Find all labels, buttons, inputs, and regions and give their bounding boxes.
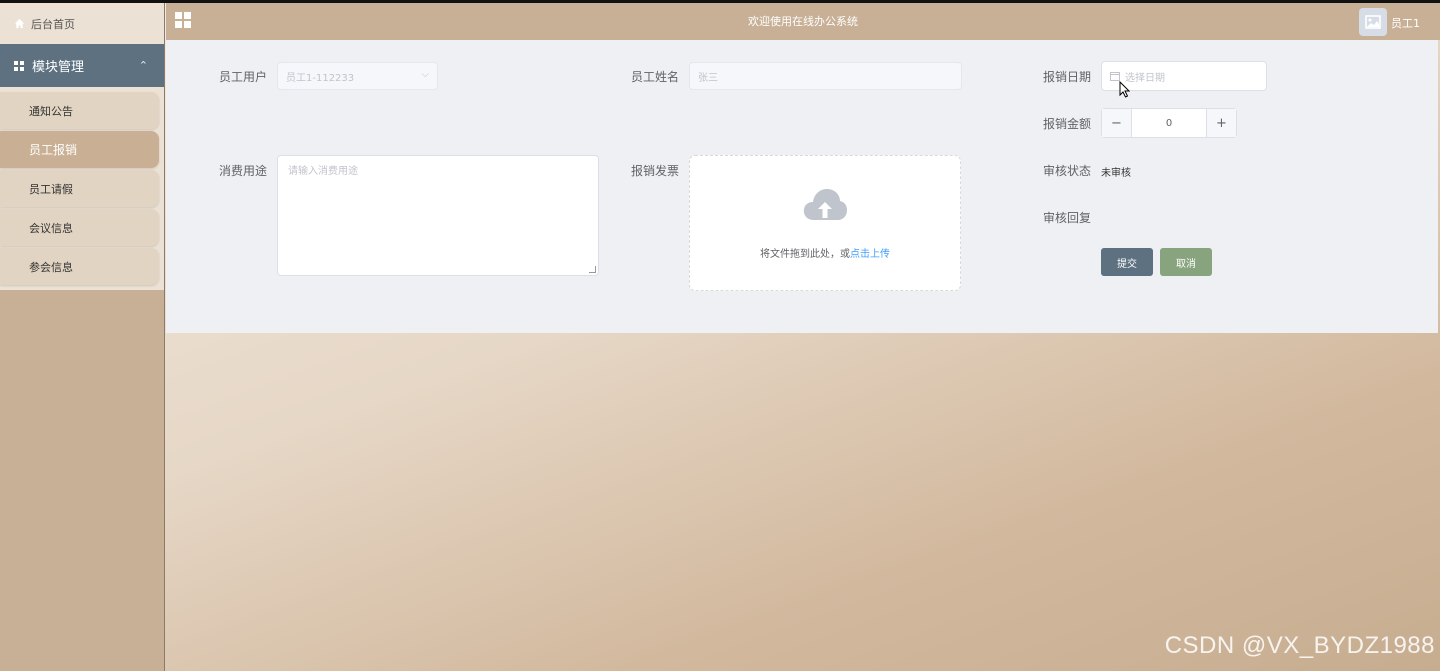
date-placeholder: 选择日期 [1125, 72, 1165, 84]
amount-label: 报销金额 [1043, 117, 1092, 131]
user-name[interactable]: 员工1 [1391, 15, 1420, 31]
sidebar-item-label: 参会信息 [29, 260, 73, 274]
submit-button[interactable]: 提交 [1101, 248, 1153, 276]
purpose-label: 消费用途 [219, 164, 268, 178]
watermark: CSDN @VX_BYDZ1988 [1164, 632, 1435, 659]
reimbursement-form: 员工用户 员工1-112233 ⌵ 员工姓名 张三 报销日期 选择日期 报销金额… [166, 40, 1438, 333]
upload-hint: 将文件拖到此处，或点击上传 [690, 245, 960, 260]
employee-user-label: 员工用户 [219, 70, 268, 84]
sidebar-item-notices[interactable]: 通知公告 [0, 92, 159, 129]
upload-cloud-icon [803, 189, 847, 220]
image-icon [1365, 15, 1381, 29]
sidebar-item-label: 员工请假 [29, 182, 73, 196]
purpose-textarea[interactable]: 请输入消费用途 [277, 155, 599, 276]
invoice-label: 报销发票 [631, 164, 680, 178]
top-header: 欢迎使用在线办公系统 员工1 [166, 3, 1440, 40]
chevron-up-icon: ⌃ [138, 59, 148, 72]
module-label: 模块管理 [32, 60, 85, 75]
status-value: 未审核 [1101, 168, 1131, 179]
sidebar-item-label: 员工报销 [29, 143, 78, 157]
home-icon [14, 18, 25, 29]
sidebar-menu: 通知公告 员工报销 员工请假 会议信息 参会信息 [0, 87, 164, 290]
employee-user-select[interactable]: 员工1-112233 ⌵ [277, 62, 438, 90]
decrement-button[interactable]: − [1102, 109, 1132, 137]
sidebar-item-label: 会议信息 [29, 221, 73, 235]
sidebar: 后台首页 模块管理 ⌃ 通知公告 员工报销 员工请假 会议信息 参会信息 [0, 3, 165, 671]
reply-label: 审核回复 [1043, 211, 1092, 225]
sidebar-item-meetings[interactable]: 会议信息 [0, 209, 159, 246]
cancel-button[interactable]: 取消 [1160, 248, 1212, 276]
sidebar-module-toggle[interactable]: 模块管理 ⌃ [0, 44, 164, 87]
sidebar-item-label: 通知公告 [29, 104, 73, 118]
increment-button[interactable]: + [1206, 109, 1236, 137]
invoice-upload-dropzone[interactable]: 将文件拖到此处，或点击上传 [689, 155, 961, 291]
employee-user-value: 员工1-112233 [286, 72, 355, 84]
amount-stepper[interactable]: − 0 + [1101, 108, 1237, 138]
calendar-icon [1110, 72, 1120, 81]
amount-value[interactable]: 0 [1132, 109, 1206, 137]
sidebar-item-reimbursement[interactable]: 员工报销 [0, 131, 159, 168]
sidebar-item-attendance[interactable]: 参会信息 [0, 248, 159, 285]
employee-name-value: 张三 [698, 72, 718, 84]
home-label: 后台首页 [31, 17, 75, 31]
status-label: 审核状态 [1043, 164, 1092, 178]
employee-name-label: 员工姓名 [631, 70, 680, 84]
purpose-placeholder: 请输入消费用途 [288, 166, 358, 177]
sidebar-item-leave[interactable]: 员工请假 [0, 170, 159, 207]
employee-name-input[interactable]: 张三 [689, 62, 962, 90]
chevron-down-icon: ⌵ [421, 69, 429, 80]
upload-hint-text: 将文件拖到此处，或 [760, 249, 850, 260]
page-title: 欢迎使用在线办公系统 [748, 15, 858, 28]
date-label: 报销日期 [1043, 70, 1092, 84]
resize-handle[interactable] [589, 266, 596, 273]
upload-link[interactable]: 点击上传 [850, 249, 890, 260]
mouse-cursor-icon [1119, 81, 1130, 98]
sidebar-home-item[interactable]: 后台首页 [0, 3, 164, 44]
avatar[interactable] [1359, 8, 1387, 36]
grid-icon [14, 60, 24, 71]
